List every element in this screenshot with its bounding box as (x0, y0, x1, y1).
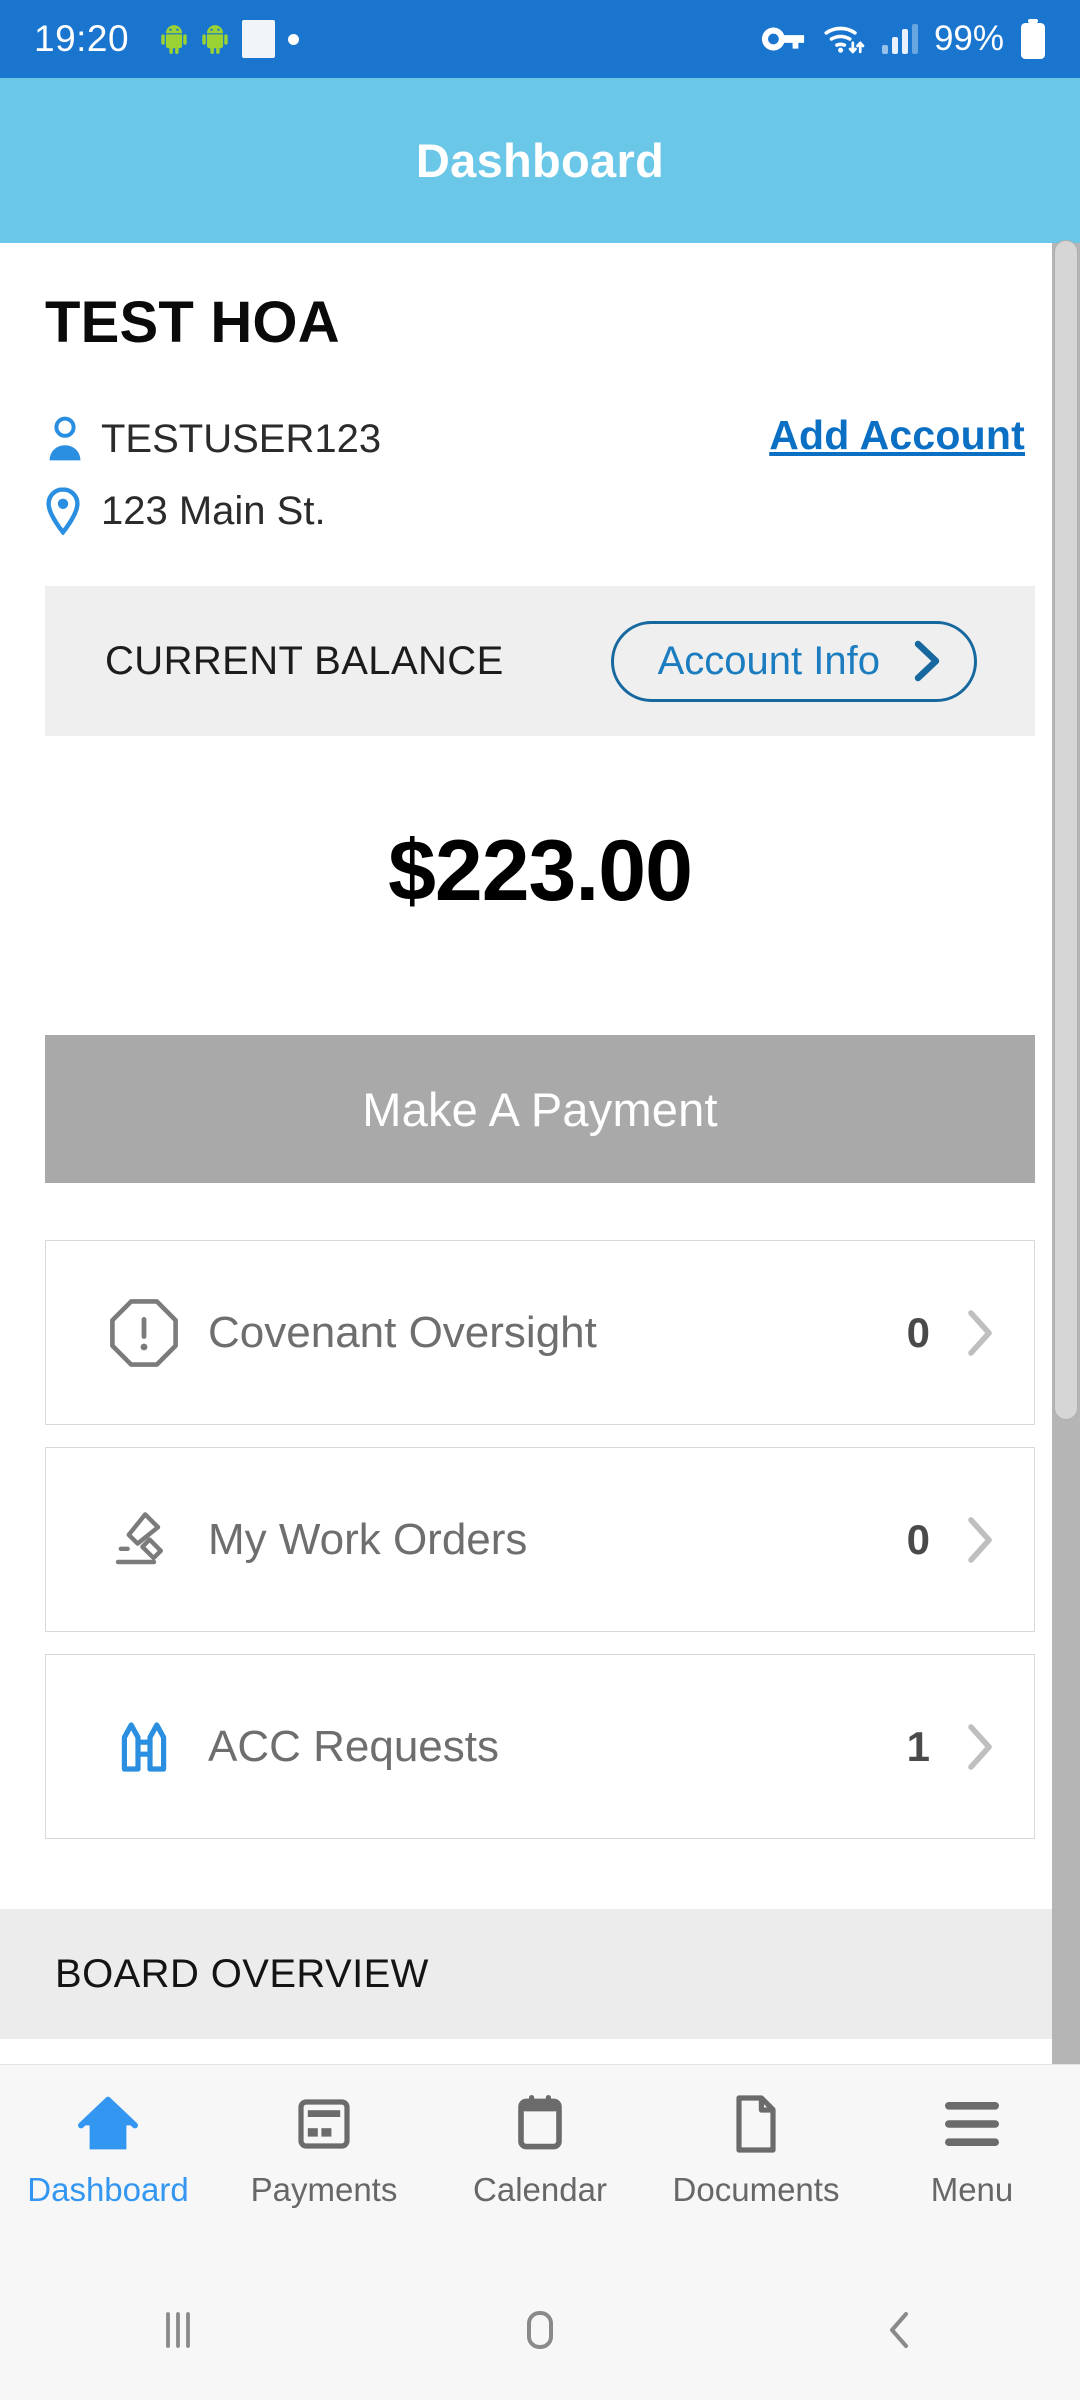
board-overview-section-header: BOARD OVERVIEW (0, 1909, 1080, 2039)
status-bar-left: 19:20 (34, 18, 760, 60)
card-label: Covenant Oversight (208, 1307, 597, 1357)
trowel-tool-icon (108, 1504, 194, 1576)
status-bar-clock: 19:20 (34, 18, 130, 59)
tab-label: Documents (672, 2171, 840, 2208)
card-label: ACC Requests (208, 1721, 500, 1771)
android-navigation-bar (0, 2260, 1080, 2400)
card-acc-requests[interactable]: ACC Requests 1 (45, 1654, 1035, 1839)
make-a-payment-label: Make A Payment (362, 1082, 718, 1136)
recents-button[interactable] (0, 2304, 360, 2356)
white-square-icon (242, 20, 276, 58)
chevron-right-icon (968, 1723, 992, 1770)
card-label: My Work Orders (208, 1514, 528, 1564)
document-icon (731, 2087, 781, 2161)
vpn-key-icon (761, 27, 805, 51)
battery-percent-label: 99% (933, 19, 1004, 58)
current-balance-bar: CURRENT BALANCE Account Info (45, 586, 1035, 736)
card-my-work-orders[interactable]: My Work Orders 0 (45, 1447, 1035, 1632)
account-summary-block: TESTUSER123 123 Main St. Add Account (0, 408, 1080, 542)
bottom-tab-bar: Dashboard Payments Calendar Documents Me… (0, 2064, 1080, 2260)
back-chevron-icon (890, 2312, 908, 2348)
add-account-link[interactable]: Add Account (769, 412, 1025, 459)
fence-gate-icon (108, 1711, 194, 1783)
tab-label: Calendar (473, 2171, 607, 2208)
alert-octagon-icon (108, 1297, 194, 1369)
status-bar-right: 99% (760, 19, 1046, 59)
signal-bars-icon (881, 24, 918, 54)
account-info-button[interactable]: Account Info (610, 620, 977, 702)
card-count: 0 (906, 1515, 930, 1563)
android-robot-icon (161, 25, 187, 54)
tab-payments[interactable]: Payments (216, 2087, 432, 2209)
tab-label: Dashboard (27, 2171, 189, 2208)
card-covenant-oversight[interactable]: Covenant Oversight 0 (45, 1240, 1035, 1425)
tab-documents[interactable]: Documents (648, 2087, 864, 2209)
tab-calendar[interactable]: Calendar (432, 2087, 648, 2209)
hoa-name: TEST HOA (45, 290, 340, 355)
account-info-label: Account Info (657, 638, 880, 683)
card-count: 1 (906, 1722, 930, 1770)
credit-card-icon (297, 2087, 351, 2161)
account-username: TESTUSER123 (101, 416, 382, 461)
home-button[interactable] (360, 2304, 720, 2356)
calendar-icon (513, 2087, 567, 2161)
make-a-payment-button[interactable]: Make A Payment (45, 1035, 1035, 1183)
account-address: 123 Main St. (101, 488, 326, 533)
current-balance-label: CURRENT BALANCE (105, 638, 504, 683)
person-icon (45, 416, 91, 462)
app-screen: 19:20 99% Dashboard TEST HOA TESTUSER123… (0, 0, 1080, 2400)
chevron-right-icon (914, 640, 940, 682)
hamburger-icon (943, 2087, 1001, 2161)
back-button[interactable] (720, 2304, 1080, 2356)
chevron-right-icon (968, 1309, 992, 1356)
android-status-bar: 19:20 99% (0, 0, 1080, 78)
tab-label: Payments (250, 2171, 398, 2208)
tab-menu[interactable]: Menu (864, 2087, 1080, 2209)
tab-dashboard[interactable]: Dashboard (0, 2087, 216, 2209)
card-count: 0 (906, 1308, 930, 1356)
battery-icon (1021, 19, 1045, 59)
balance-amount: $223.00 (388, 823, 693, 919)
recents-icon (166, 2312, 190, 2348)
dashboard-scroll-content: TEST HOA TESTUSER123 123 Main St. Add Ac… (0, 243, 1080, 2064)
dot-icon (288, 33, 300, 45)
page-title: Dashboard (415, 134, 665, 187)
scrollbar-thumb[interactable] (1054, 240, 1078, 1420)
chevron-right-icon (968, 1516, 992, 1563)
board-overview-title: BOARD OVERVIEW (55, 1951, 429, 1996)
home-icon (77, 2087, 139, 2161)
home-square-icon (527, 2311, 553, 2349)
android-robot-icon (202, 25, 228, 54)
app-header-bar: Dashboard (0, 78, 1080, 243)
wifi-icon (824, 26, 865, 54)
location-pin-icon (45, 487, 91, 535)
dashboard-cards: Covenant Oversight 0 My Work Orders 0 AC… (45, 1240, 1035, 1839)
tab-label: Menu (930, 2171, 1014, 2208)
account-address-row: 123 Main St. (45, 480, 1035, 542)
